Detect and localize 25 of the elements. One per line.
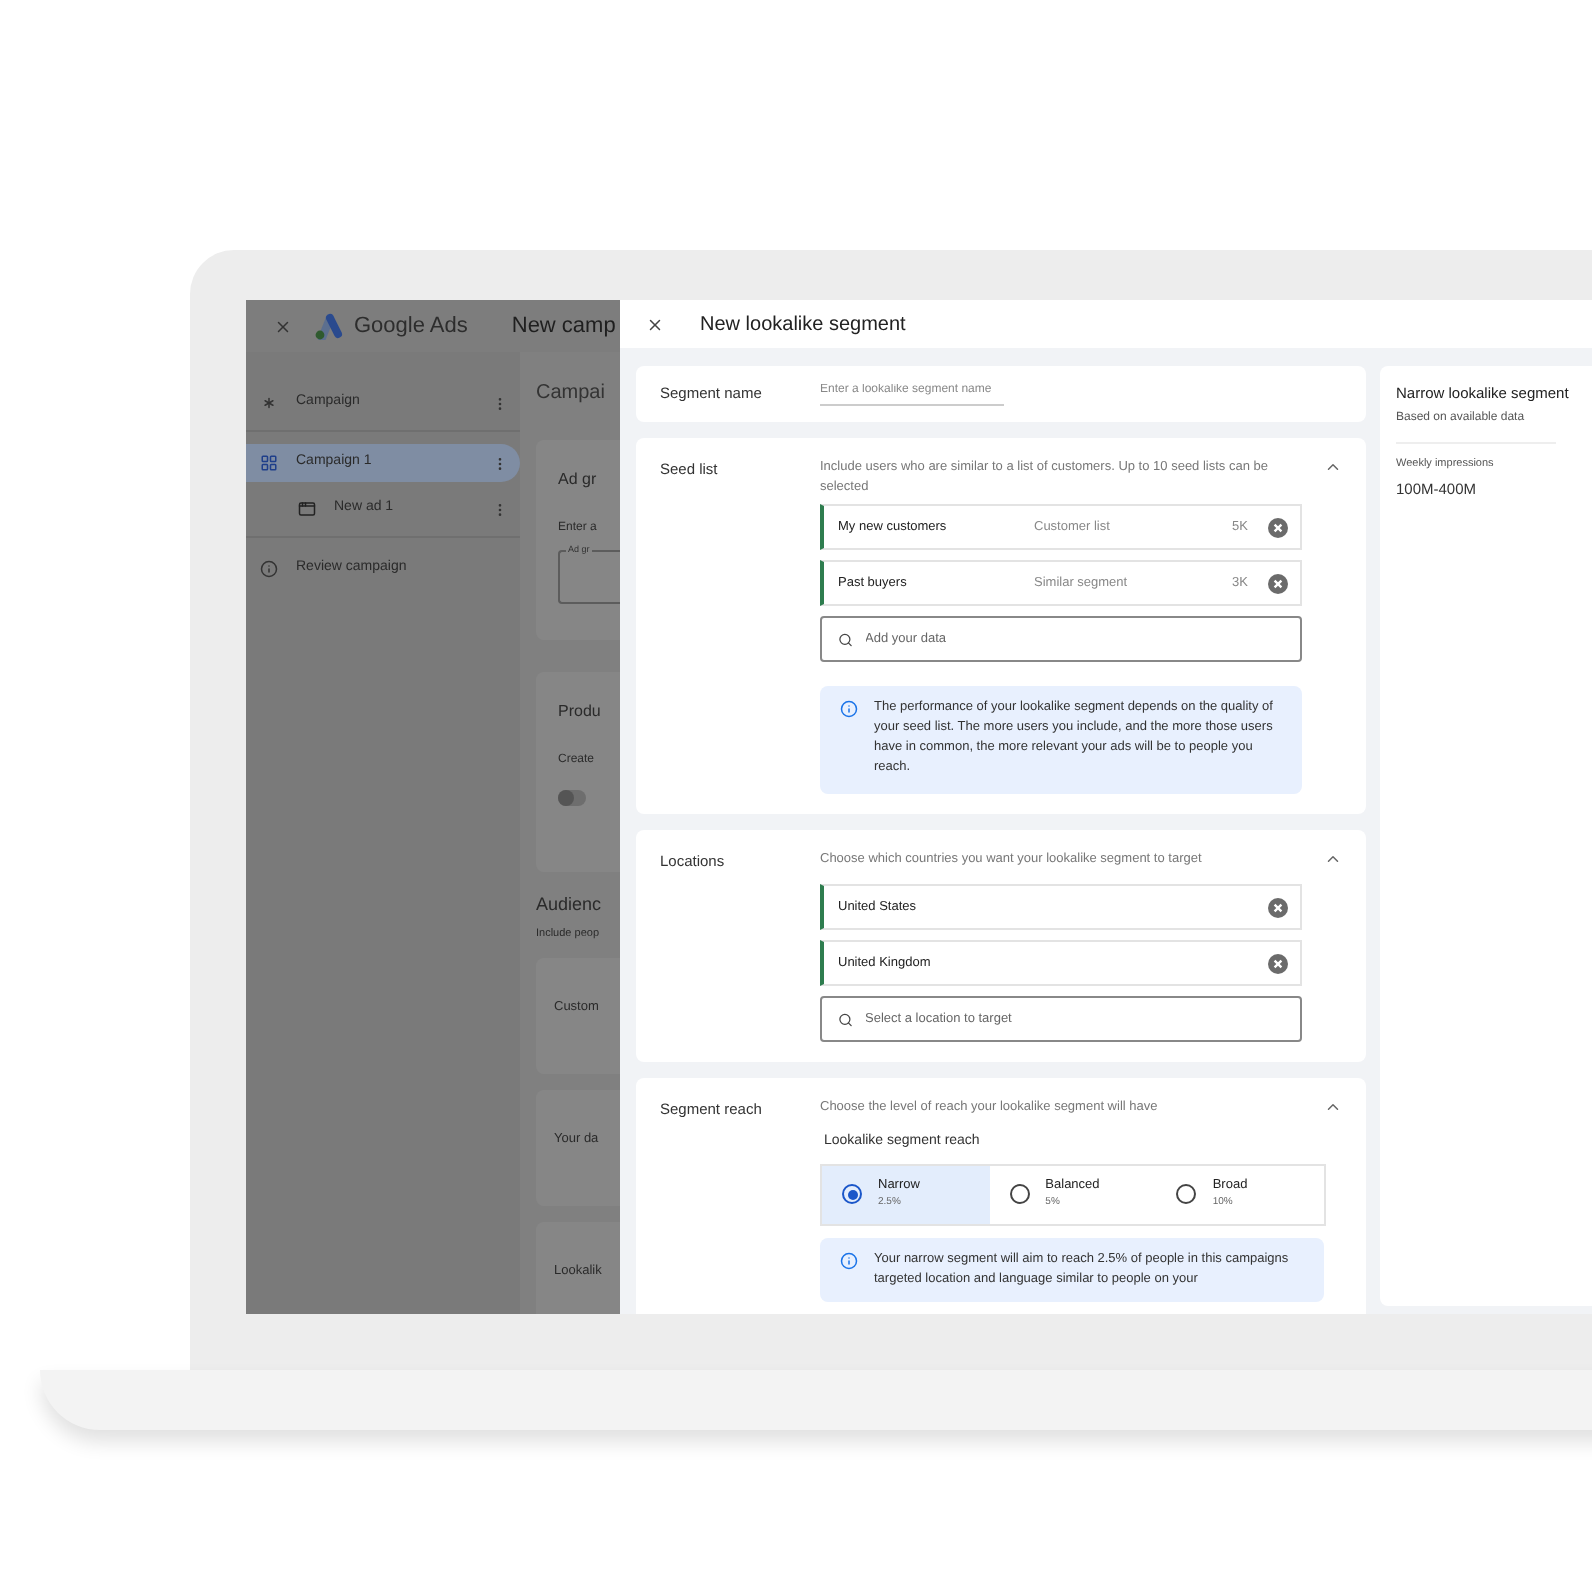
app-title: New camp: [511, 311, 616, 342]
info-icon: [840, 1251, 858, 1269]
clear-icon[interactable]: [1268, 517, 1288, 537]
clear-icon[interactable]: [1268, 897, 1288, 917]
window-icon: [298, 500, 316, 518]
app-logo-text: Google Ads: [354, 311, 468, 342]
collapse-toggle[interactable]: [1324, 850, 1342, 868]
card-title: Produ: [558, 700, 601, 724]
clear-icon[interactable]: [1268, 953, 1288, 973]
clear-icon[interactable]: [1268, 573, 1288, 593]
collapse-toggle[interactable]: [1324, 1098, 1342, 1116]
asterisk-icon: [260, 394, 278, 412]
page-heading: Campai: [536, 380, 607, 408]
search-icon: [838, 631, 854, 647]
collapse-toggle[interactable]: [1324, 458, 1342, 476]
grid-icon: [260, 454, 278, 472]
search-icon: [838, 1011, 854, 1027]
ads-logo-icon: [312, 312, 344, 340]
toggle-switch[interactable]: [558, 790, 586, 806]
section-title: Audienc: [536, 892, 602, 918]
card-title: Ad gr: [558, 468, 597, 492]
info-icon: [260, 560, 278, 578]
close-icon[interactable]: [646, 315, 664, 333]
dialog-title: New lookalike segment: [700, 311, 906, 339]
info-icon: [840, 700, 858, 718]
